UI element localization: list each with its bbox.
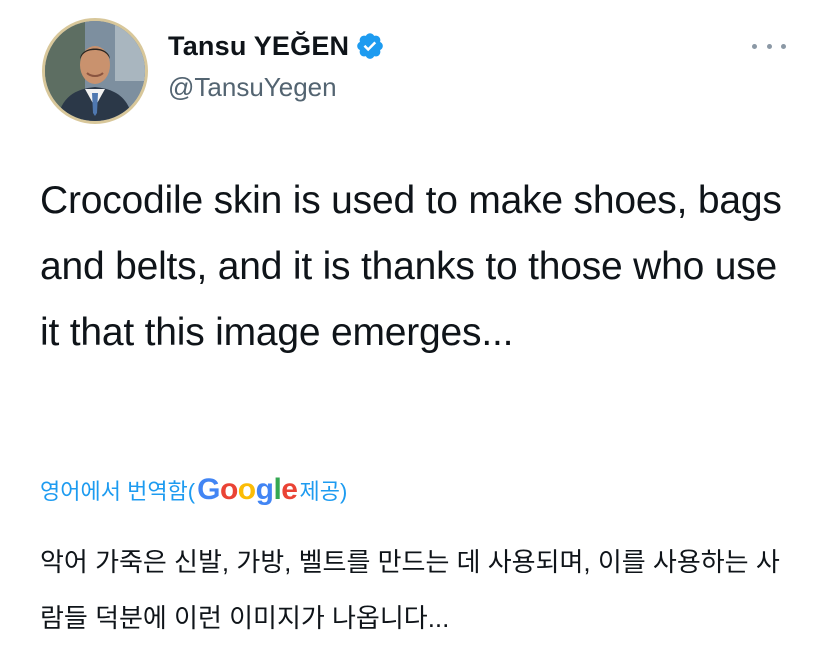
google-letter: o [219,473,238,506]
translated-tweet-text: 악어 가죽은 신발, 가방, 벨트를 만드는 데 사용되며, 이를 사용하는 사… [40,547,780,633]
translation-prefix: 영어에서 번역함( [40,479,196,504]
avatar[interactable] [42,18,148,124]
author-handle[interactable]: @TansuYegen [168,72,337,103]
more-options-button[interactable] [752,36,786,56]
ellipsis-dot [781,43,786,49]
tweet-detail: Tansu YEĞEN @TansuYegen Crocodile skin i… [0,0,828,649]
ellipsis-dot [766,43,772,49]
translation-suffix: 제공) [299,479,348,504]
translation-attribution[interactable]: 영어에서 번역함( Google 제공) [40,472,347,508]
verified-badge-icon [357,33,384,59]
google-logo: Google [197,473,298,507]
author-name-row[interactable]: Tansu YEĞEN [168,30,385,62]
author-display-name[interactable]: Tansu YEĞEN [168,31,349,62]
google-letter: G [197,473,220,506]
google-letter: e [281,473,298,506]
google-letter: o [237,473,256,506]
ellipsis-horizontal-icon [752,43,757,49]
google-letter: g [255,473,274,506]
profile-photo [45,21,145,121]
tweet-text: Crocodile skin is used to make shoes, ba… [40,179,782,354]
